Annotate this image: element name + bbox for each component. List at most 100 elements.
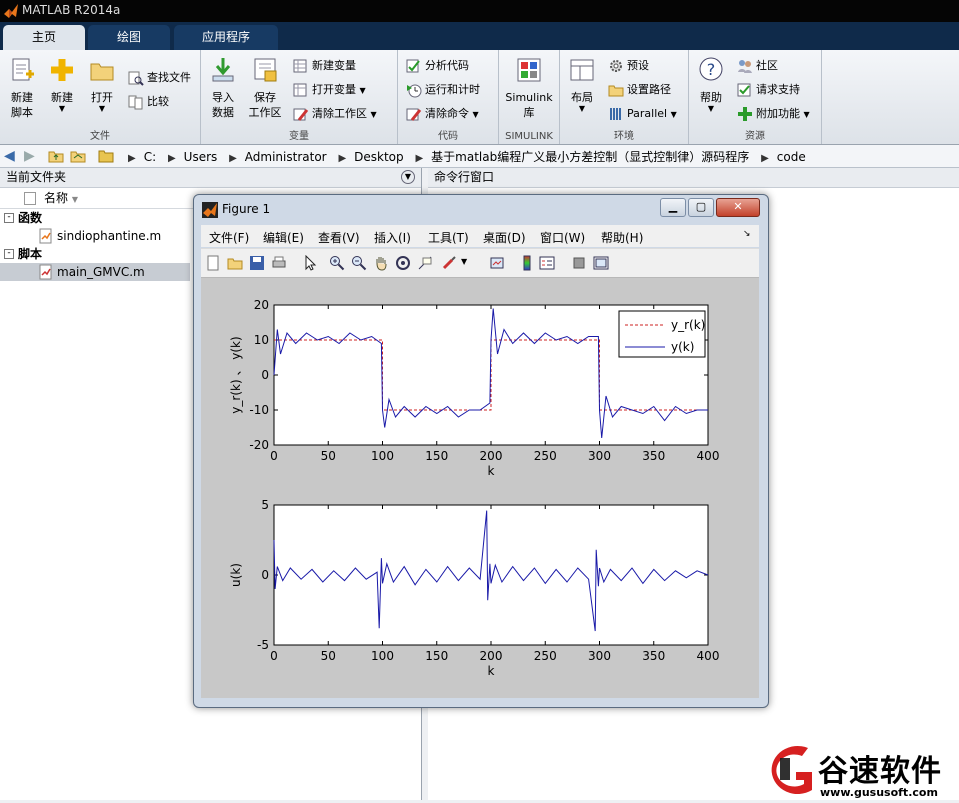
back-arrow-icon[interactable]: ◀ bbox=[4, 148, 15, 164]
legend-icon[interactable] bbox=[539, 255, 555, 271]
folder-icon bbox=[608, 85, 624, 97]
pan-hand-icon[interactable] bbox=[373, 255, 389, 271]
breadcrumb-item[interactable]: Users bbox=[184, 150, 218, 164]
browse-folder-icon[interactable] bbox=[70, 148, 86, 164]
add-ons-icon bbox=[738, 107, 752, 121]
simulink-library-button[interactable]: Simulink 库 bbox=[503, 56, 555, 120]
parallel-label: Parallel bbox=[627, 107, 668, 120]
breadcrumb-separator-icon: ▶ bbox=[229, 153, 237, 164]
chevron-down-icon: ▼ bbox=[359, 86, 366, 95]
rotate-3d-icon[interactable] bbox=[395, 255, 411, 271]
hide-plot-tools-icon[interactable] bbox=[571, 255, 587, 271]
new-figure-icon[interactable] bbox=[205, 255, 221, 271]
link-plot-icon[interactable] bbox=[489, 255, 505, 271]
file-item[interactable]: main_GMVC.m bbox=[0, 263, 190, 281]
maximize-button[interactable]: ▢ bbox=[688, 198, 714, 217]
cursor-arrow-icon[interactable] bbox=[303, 255, 319, 271]
figure-window[interactable]: Figure 1 ▁ ▢ ✕ 文件(F) 编辑(E) 查看(V) 插入(I) 工… bbox=[193, 194, 769, 708]
tab-apps[interactable]: 应用程序 bbox=[174, 25, 278, 50]
new-variable-button[interactable]: 新建变量 bbox=[293, 56, 356, 76]
breadcrumb-item[interactable]: Desktop bbox=[354, 150, 404, 164]
chevron-down-icon[interactable]: ▼ bbox=[461, 257, 467, 266]
menu-insert[interactable]: 插入(I) bbox=[374, 229, 411, 246]
forward-arrow-icon[interactable]: ▶ bbox=[24, 148, 35, 164]
community-button[interactable]: 社区 bbox=[737, 56, 778, 76]
clear-commands-button[interactable]: 清除命令 ▼ bbox=[406, 104, 479, 124]
chevron-down-icon: ▼ bbox=[578, 104, 586, 113]
print-icon[interactable] bbox=[271, 255, 287, 271]
panel-menu-icon[interactable]: ▼ bbox=[401, 170, 415, 184]
set-path-button[interactable]: 设置路径 bbox=[608, 80, 671, 100]
collapse-icon[interactable]: - bbox=[4, 249, 14, 259]
menu-view[interactable]: 查看(V) bbox=[318, 229, 360, 246]
menu-tools[interactable]: 工具(T) bbox=[428, 229, 469, 246]
brush-icon bbox=[293, 108, 309, 121]
preferences-button[interactable]: 预设 bbox=[608, 56, 649, 76]
svg-text:?: ? bbox=[707, 60, 716, 79]
figure-canvas[interactable]: 0 50 100 150 200 250 300 350 400 20 10 0 -10 -20 k y_r(… bbox=[201, 278, 759, 698]
breadcrumb-item[interactable]: code bbox=[777, 150, 806, 164]
x-tick-label: 100 bbox=[371, 649, 394, 663]
save-icon[interactable] bbox=[249, 255, 265, 271]
layout-button[interactable]: 布局 ▼ bbox=[564, 56, 600, 113]
new-script-button[interactable]: 新建 脚本 bbox=[4, 56, 40, 120]
ribbon-group-file: 新建 脚本 新建 ▼ 打开 ▼ 查找文件 比较 文件 bbox=[0, 50, 201, 144]
colorbar-icon[interactable] bbox=[519, 255, 535, 271]
x-tick-label: 150 bbox=[425, 449, 448, 463]
x-tick-label: 250 bbox=[534, 449, 557, 463]
dock-arrow-icon[interactable]: ↘ bbox=[743, 229, 751, 239]
open-button[interactable]: 打开 ▼ bbox=[84, 56, 120, 113]
breadcrumb-item[interactable]: C: bbox=[144, 150, 156, 164]
compare-icon bbox=[128, 95, 143, 110]
new-variable-icon bbox=[293, 59, 307, 73]
zoom-out-icon[interactable] bbox=[351, 255, 367, 271]
request-support-button[interactable]: 请求支持 bbox=[737, 80, 800, 100]
run-and-time-button[interactable]: 运行和计时 bbox=[406, 80, 480, 100]
zoom-in-icon[interactable] bbox=[329, 255, 345, 271]
tab-home[interactable]: 主页 bbox=[3, 25, 85, 50]
compare-button[interactable]: 比较 bbox=[128, 92, 169, 112]
help-button[interactable]: ? 帮助 ▼ bbox=[693, 56, 729, 113]
breadcrumb-item[interactable]: 基于matlab编程广义最小方差控制（显式控制律）源码程序 bbox=[431, 150, 749, 164]
add-ons-button[interactable]: 附加功能 ▼ bbox=[737, 104, 810, 124]
tab-plots[interactable]: 绘图 bbox=[88, 25, 170, 50]
breadcrumb-item[interactable]: Administrator bbox=[245, 150, 327, 164]
new-button[interactable]: 新建 ▼ bbox=[44, 56, 80, 113]
x-tick-label: 150 bbox=[425, 649, 448, 663]
file-name: sindiophantine.m bbox=[57, 229, 162, 243]
group-label-environment: 环境 bbox=[614, 131, 634, 142]
save-workspace-button[interactable]: 保存 工作区 bbox=[245, 56, 285, 120]
collapse-icon[interactable]: - bbox=[4, 213, 14, 223]
menu-help[interactable]: 帮助(H) bbox=[601, 229, 643, 246]
show-plot-tools-icon[interactable] bbox=[593, 255, 609, 271]
x-tick-label: 0 bbox=[270, 649, 278, 663]
set-path-label: 设置路径 bbox=[627, 83, 671, 96]
minimize-button[interactable]: ▁ bbox=[660, 198, 686, 217]
open-file-icon[interactable] bbox=[227, 255, 243, 271]
menu-window[interactable]: 窗口(W) bbox=[540, 229, 585, 246]
data-cursor-icon[interactable] bbox=[417, 255, 433, 271]
y-tick-label: -10 bbox=[249, 403, 269, 417]
clear-workspace-button[interactable]: 清除工作区 ▼ bbox=[293, 104, 377, 124]
open-variable-button[interactable]: 打开变量 ▼ bbox=[293, 80, 366, 100]
close-button[interactable]: ✕ bbox=[716, 198, 760, 217]
import-data-button[interactable]: 导入 数据 bbox=[205, 56, 241, 120]
compare-label: 比较 bbox=[147, 95, 169, 108]
up-folder-icon[interactable] bbox=[48, 148, 64, 164]
address-bar: ◀ ▶ ▶ C: ▶ Users ▶ Administrator ▶ Desktop ▶… bbox=[0, 145, 959, 168]
analyze-code-button[interactable]: 分析代码 bbox=[406, 56, 469, 76]
script-file-icon bbox=[39, 264, 52, 280]
section-label: 函数 bbox=[18, 211, 43, 225]
menu-desktop[interactable]: 桌面(D) bbox=[483, 229, 526, 246]
ribbon: 新建 脚本 新建 ▼ 打开 ▼ 查找文件 比较 文件 导入 数据 保存 工作区 bbox=[0, 50, 959, 145]
command-window-header: 命令行窗口 bbox=[428, 168, 959, 188]
find-files-button[interactable]: 查找文件 bbox=[128, 68, 191, 88]
app-title-bar: MATLAB R2014a bbox=[0, 0, 959, 22]
menu-edit[interactable]: 编辑(E) bbox=[263, 229, 304, 246]
group-label-resources: 资源 bbox=[745, 131, 765, 142]
parallel-button[interactable]: Parallel ▼ bbox=[608, 104, 677, 124]
breadcrumb-separator-icon: ▶ bbox=[128, 153, 136, 164]
app-title: MATLAB R2014a bbox=[22, 3, 121, 17]
brush-icon[interactable] bbox=[441, 255, 457, 271]
menu-file[interactable]: 文件(F) bbox=[209, 229, 249, 246]
